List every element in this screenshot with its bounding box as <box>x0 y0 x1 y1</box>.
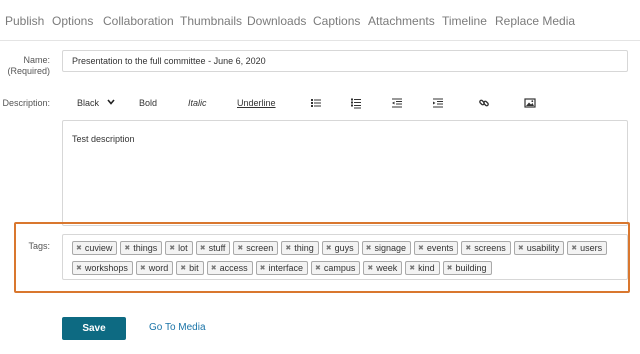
tag-label: events <box>426 243 454 253</box>
tag-label: things <box>133 243 158 253</box>
tag-label: screen <box>246 243 274 253</box>
remove-tag-icon[interactable]: ✖ <box>366 244 372 252</box>
tag-chip: ✖ workshops <box>72 261 133 275</box>
tag-chip: ✖ screen <box>233 241 279 255</box>
tag-chip: ✖ access <box>206 261 253 275</box>
tag-chip: ✖ stuff <box>195 241 231 255</box>
tag-label: guys <box>334 243 354 253</box>
tab-attachments[interactable]: Attachments <box>368 14 435 28</box>
tag-chip: ✖ bit <box>176 261 204 275</box>
outdent-icon[interactable] <box>391 97 403 109</box>
bold-button[interactable]: Bold <box>139 98 157 108</box>
numbered-list-icon[interactable] <box>350 97 362 109</box>
tag-chip: ✖ guys <box>321 241 359 255</box>
italic-button[interactable]: Italic <box>188 98 207 108</box>
save-button[interactable]: Save <box>62 317 126 340</box>
tag-chip: ✖ interface <box>255 261 308 275</box>
remove-tag-icon[interactable]: ✖ <box>409 264 415 272</box>
remove-tag-icon[interactable]: ✖ <box>200 244 206 252</box>
tag-label: usability <box>526 243 560 253</box>
tag-label: word <box>148 263 169 273</box>
tag-label: workshops <box>84 263 128 273</box>
tag-chip: ✖ lot <box>165 241 193 255</box>
underline-button[interactable]: Underline <box>237 98 276 108</box>
remove-tag-icon[interactable]: ✖ <box>447 264 453 272</box>
name-required-text: (Required) <box>7 66 50 76</box>
tab-timeline[interactable]: Timeline <box>442 14 487 28</box>
tag-chip: ✖ kind <box>405 261 440 275</box>
tab-bar: Publish Options Collaboration Thumbnails… <box>0 0 640 41</box>
tag-label: bit <box>189 263 199 273</box>
remove-tag-icon[interactable]: ✖ <box>285 244 291 252</box>
remove-tag-icon[interactable]: ✖ <box>211 264 217 272</box>
bulleted-list-icon[interactable] <box>310 97 322 109</box>
tag-label: screens <box>474 243 506 253</box>
tag-label: cuview <box>84 243 113 253</box>
text-color-dropdown[interactable]: Black <box>77 98 115 108</box>
indent-icon[interactable] <box>432 97 444 109</box>
tag-label: interface <box>268 263 303 273</box>
description-label: Description: <box>2 98 50 108</box>
tags-row-2: ✖ workshops ✖ word ✖ bit ✖ access ✖ interface… <box>72 261 627 275</box>
tab-options[interactable]: Options <box>52 14 93 28</box>
remove-tag-icon[interactable]: ✖ <box>124 244 130 252</box>
tab-captions[interactable]: Captions <box>313 14 360 28</box>
tab-replace-media[interactable]: Replace Media <box>495 14 575 28</box>
remove-tag-icon[interactable]: ✖ <box>76 244 82 252</box>
remove-tag-icon[interactable]: ✖ <box>571 244 577 252</box>
tag-label: week <box>376 263 398 273</box>
link-icon[interactable] <box>478 97 490 109</box>
image-icon[interactable] <box>524 97 536 109</box>
tab-collaboration[interactable]: Collaboration <box>103 14 174 28</box>
tag-label: thing <box>294 243 314 253</box>
remove-tag-icon[interactable]: ✖ <box>237 244 243 252</box>
tag-chip: ✖ users <box>567 241 608 255</box>
tag-chip: ✖ things <box>120 241 163 255</box>
tab-downloads[interactable]: Downloads <box>247 14 306 28</box>
tab-thumbnails[interactable]: Thumbnails <box>180 14 242 28</box>
remove-tag-icon[interactable]: ✖ <box>326 244 332 252</box>
tag-label: users <box>580 243 603 253</box>
tag-label: access <box>219 263 248 273</box>
remove-tag-icon[interactable]: ✖ <box>169 244 175 252</box>
remove-tag-icon[interactable]: ✖ <box>418 244 424 252</box>
go-to-media-link[interactable]: Go To Media <box>149 322 206 333</box>
tags-input[interactable]: ✖ cuview ✖ things ✖ lot ✖ stuff ✖ screen ✖ thi… <box>62 234 628 280</box>
name-label-text: Name: <box>23 55 50 65</box>
text-color-label: Black <box>77 98 100 108</box>
tag-chip: ✖ screens <box>461 241 511 255</box>
remove-tag-icon[interactable]: ✖ <box>140 264 146 272</box>
remove-tag-icon[interactable]: ✖ <box>465 244 471 252</box>
tags-row-1: ✖ cuview ✖ things ✖ lot ✖ stuff ✖ screen ✖ thi… <box>72 241 627 255</box>
remove-tag-icon[interactable]: ✖ <box>315 264 321 272</box>
tag-chip: ✖ cuview <box>72 241 118 255</box>
tag-label: signage <box>374 243 407 253</box>
name-input[interactable] <box>62 50 628 72</box>
remove-tag-icon[interactable]: ✖ <box>518 244 524 252</box>
description-text: Test description <box>72 134 135 144</box>
tag-chip: ✖ signage <box>361 241 412 255</box>
tag-label: building <box>455 263 487 273</box>
tab-publish[interactable]: Publish <box>5 14 44 28</box>
chevron-down-icon <box>106 99 115 105</box>
tag-label: lot <box>178 243 188 253</box>
remove-tag-icon[interactable]: ✖ <box>367 264 373 272</box>
remove-tag-icon[interactable]: ✖ <box>260 264 266 272</box>
remove-tag-icon[interactable]: ✖ <box>180 264 186 272</box>
tag-label: campus <box>323 263 356 273</box>
tag-chip: ✖ thing <box>281 241 319 255</box>
tag-label: stuff <box>208 243 226 253</box>
tag-chip: ✖ building <box>442 261 492 275</box>
tag-chip: ✖ week <box>363 261 403 275</box>
tag-chip: ✖ events <box>414 241 459 255</box>
remove-tag-icon[interactable]: ✖ <box>76 264 82 272</box>
tag-chip: ✖ campus <box>310 261 361 275</box>
tag-chip: ✖ word <box>135 261 174 275</box>
tag-label: kind <box>418 263 435 273</box>
tag-chip: ✖ usability <box>513 241 565 255</box>
description-editor[interactable]: Test description <box>62 120 628 226</box>
tags-label: Tags: <box>28 241 50 251</box>
name-label: Name: (Required) <box>7 55 50 77</box>
